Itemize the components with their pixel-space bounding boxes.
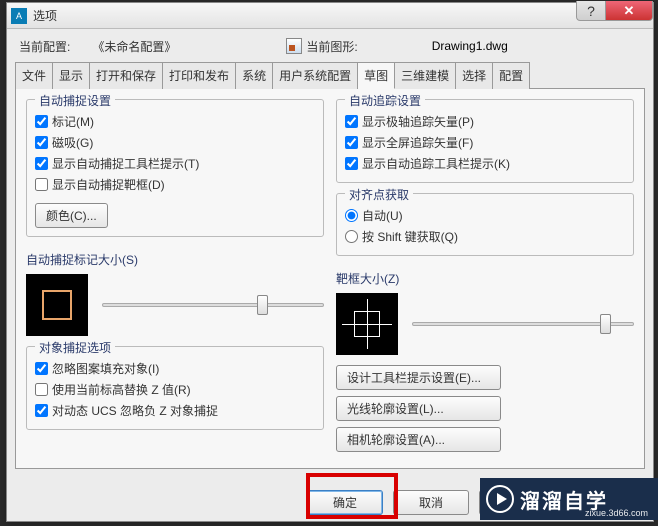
chk-polar-vector[interactable] [345, 115, 358, 128]
options-dialog: A 选项 ? ✕ 当前配置: 《未命名配置》 当前图形: Drawing1.dw… [6, 2, 654, 522]
current-drawing-value: Drawing1.dwg [432, 39, 508, 53]
group-osnap-title: 对象捕捉选项 [35, 339, 115, 356]
radio-shift[interactable] [345, 230, 358, 243]
chk-magnet[interactable] [35, 136, 48, 149]
titlebar[interactable]: A 选项 ? ✕ [7, 3, 653, 29]
chk-autotrack-tooltip-label: 显示自动追踪工具栏提示(K) [362, 155, 510, 172]
dialog-title: 选项 [33, 7, 57, 24]
group-autotrack: 自动追踪设置 显示极轴追踪矢量(P) 显示全屏追踪矢量(F) 显示自动追踪工具栏… [336, 99, 634, 183]
radio-auto-label: 自动(U) [362, 207, 403, 224]
watermark: 溜溜自学 zixue.3d66.com [480, 478, 658, 520]
marker-size-slider[interactable] [102, 303, 324, 307]
tab-panel-drafting: 自动捕捉设置 标记(M) 磁吸(G) 显示自动捕捉工具栏提示(T) 显示自动捕捉… [15, 89, 645, 469]
aperture-size-slider[interactable] [412, 322, 634, 326]
chk-marker[interactable] [35, 115, 48, 128]
chk-ignore-hatch-label: 忽略图案填充对象(I) [52, 360, 159, 377]
tab-selection[interactable]: 选择 [456, 62, 493, 89]
right-settings-buttons: 设计工具栏提示设置(E)... 光线轮廓设置(L)... 相机轮廓设置(A)..… [336, 365, 634, 458]
chk-magnet-label: 磁吸(G) [52, 134, 93, 151]
marker-size-title: 自动捕捉标记大小(S) [26, 253, 138, 267]
group-autosnap: 自动捕捉设置 标记(M) 磁吸(G) 显示自动捕捉工具栏提示(T) 显示自动捕捉… [26, 99, 324, 237]
group-autotrack-title: 自动追踪设置 [345, 92, 425, 109]
group-align-title: 对齐点获取 [345, 186, 413, 203]
radio-shift-label: 按 Shift 键获取(Q) [362, 228, 458, 245]
chk-ignore-neg-z-label: 对动态 UCS 忽略负 Z 对象捕捉 [52, 402, 218, 419]
group-osnap-options: 对象捕捉选项 忽略图案填充对象(I) 使用当前标高替换 Z 值(R) 对动态 U… [26, 346, 324, 430]
chk-replace-z[interactable] [35, 383, 48, 396]
left-column: 自动捕捉设置 标记(M) 磁吸(G) 显示自动捕捉工具栏提示(T) 显示自动捕捉… [26, 99, 324, 454]
config-row: 当前配置: 《未命名配置》 当前图形: Drawing1.dwg [15, 35, 645, 57]
tooltip-settings-button[interactable]: 设计工具栏提示设置(E)... [336, 365, 501, 390]
tab-display[interactable]: 显示 [53, 62, 90, 89]
group-autosnap-title: 自动捕捉设置 [35, 92, 115, 109]
light-glyph-settings-button[interactable]: 光线轮廓设置(L)... [336, 396, 501, 421]
chk-aperture-box[interactable] [35, 178, 48, 191]
group-marker-size: 自动捕捉标记大小(S) [26, 247, 324, 336]
tab-plot[interactable]: 打印和发布 [163, 62, 236, 89]
chk-ignore-hatch[interactable] [35, 362, 48, 375]
group-align-acquire: 对齐点获取 自动(U) 按 Shift 键获取(Q) [336, 193, 634, 256]
current-config-label: 当前配置: [19, 38, 70, 55]
watermark-site: zixue.3d66.com [585, 508, 648, 518]
chk-replace-z-label: 使用当前标高替换 Z 值(R) [52, 381, 191, 398]
close-button[interactable]: ✕ [605, 1, 653, 21]
cancel-button[interactable]: 取消 [393, 490, 469, 515]
current-config-value: 《未命名配置》 [92, 38, 176, 55]
aperture-preview [336, 293, 398, 355]
chk-autotrack-tooltip[interactable] [345, 157, 358, 170]
tab-user-pref[interactable]: 用户系统配置 [273, 62, 358, 89]
radio-auto[interactable] [345, 209, 358, 222]
right-column: 自动追踪设置 显示极轴追踪矢量(P) 显示全屏追踪矢量(F) 显示自动追踪工具栏… [336, 99, 634, 454]
aperture-size-title: 靶框大小(Z) [336, 272, 399, 286]
drawing-icon [286, 38, 302, 54]
marker-preview [26, 274, 88, 336]
chk-fullscreen-vector-label: 显示全屏追踪矢量(F) [362, 134, 473, 151]
tab-3d[interactable]: 三维建模 [395, 62, 456, 89]
play-icon [486, 485, 514, 513]
dialog-content: 当前配置: 《未命名配置》 当前图形: Drawing1.dwg 文件 显示 打… [7, 29, 653, 477]
chk-marker-label: 标记(M) [52, 113, 94, 130]
tab-file[interactable]: 文件 [15, 62, 53, 89]
chk-ignore-neg-z[interactable] [35, 404, 48, 417]
chk-polar-vector-label: 显示极轴追踪矢量(P) [362, 113, 474, 130]
tab-strip: 文件 显示 打开和保存 打印和发布 系统 用户系统配置 草图 三维建模 选择 配… [15, 61, 645, 89]
chk-fullscreen-vector[interactable] [345, 136, 358, 149]
tab-drafting[interactable]: 草图 [358, 62, 395, 89]
help-button[interactable]: ? [576, 1, 606, 21]
current-drawing-label: 当前图形: [306, 38, 357, 55]
chk-tooltip-label: 显示自动捕捉工具栏提示(T) [52, 155, 199, 172]
tab-profiles[interactable]: 配置 [493, 62, 530, 89]
colors-button[interactable]: 颜色(C)... [35, 203, 108, 228]
chk-aperture-box-label: 显示自动捕捉靶框(D) [52, 176, 165, 193]
tab-open-save[interactable]: 打开和保存 [90, 62, 163, 89]
camera-glyph-settings-button[interactable]: 相机轮廓设置(A)... [336, 427, 501, 452]
chk-tooltip[interactable] [35, 157, 48, 170]
group-aperture-size: 靶框大小(Z) [336, 266, 634, 355]
app-icon: A [11, 8, 27, 24]
highlight-ok [306, 473, 398, 519]
tab-system[interactable]: 系统 [236, 62, 273, 89]
